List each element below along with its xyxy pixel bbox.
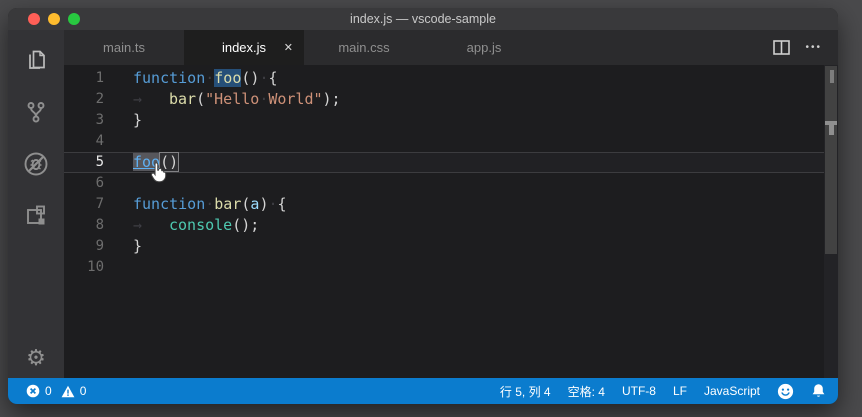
code-token: foo (214, 69, 241, 87)
code-token: { (278, 195, 287, 213)
close-window-button[interactable] (28, 13, 40, 25)
tab-main.css[interactable]: main.css (304, 30, 424, 65)
editor-scrollbar[interactable] (824, 65, 838, 378)
line-number[interactable]: 8 (64, 215, 104, 236)
overview-ruler-mark (830, 70, 834, 83)
code-text: →bar("Hello·World"); (104, 89, 341, 110)
code-token: function (133, 195, 205, 213)
code-text: } (104, 236, 142, 257)
code-line[interactable]: 1function·foo()·{ (64, 68, 824, 89)
explorer-icon[interactable] (8, 34, 64, 86)
code-area: 1function·foo()·{2→bar("Hello·World");3}… (64, 68, 824, 278)
code-token: · (205, 69, 214, 87)
code-text: function·bar(a)·{ (104, 194, 287, 215)
notifications-bell-icon[interactable] (811, 383, 826, 399)
tab-index.js[interactable]: index.js ✕ (184, 30, 304, 65)
tab-label: main.ts (103, 40, 145, 55)
line-number[interactable]: 5 (64, 153, 104, 172)
line-number[interactable]: 10 (64, 257, 104, 278)
source-control-icon[interactable] (8, 86, 64, 138)
tab-main.ts[interactable]: main.ts (64, 30, 184, 65)
code-text (104, 257, 133, 278)
tab-label: index.js (222, 40, 266, 55)
encoding-status[interactable]: UTF-8 (622, 384, 656, 398)
overview-ruler-mark (829, 125, 834, 135)
traffic-lights (28, 8, 80, 30)
code-token: (); (232, 216, 259, 234)
code-token: () (241, 69, 259, 87)
tab-strip: main.ts index.js ✕ main.css app.js (64, 30, 544, 65)
debug-icon[interactable] (8, 138, 64, 190)
code-line[interactable]: 7function·bar(a)·{ (64, 194, 824, 215)
code-line[interactable]: 5foo() (64, 152, 824, 173)
code-line[interactable]: 10 (64, 257, 824, 278)
zoom-window-button[interactable] (68, 13, 80, 25)
code-token: } (133, 111, 142, 129)
code-text (104, 173, 133, 194)
code-token: · (268, 195, 277, 213)
eol-status[interactable]: LF (673, 384, 687, 398)
window-title: index.js — vscode-sample (8, 12, 838, 26)
title-bar[interactable]: index.js — vscode-sample (8, 8, 838, 30)
tab-bar: main.ts index.js ✕ main.css app.js ••• (64, 30, 838, 65)
code-token: function (133, 69, 205, 87)
code-line[interactable]: 8→console(); (64, 215, 824, 236)
code-token: console (169, 216, 232, 234)
scrollbar-slider[interactable] (825, 66, 837, 254)
extensions-icon[interactable] (8, 190, 64, 242)
code-token: → (133, 215, 169, 236)
minimize-window-button[interactable] (48, 13, 60, 25)
code-line[interactable]: 3} (64, 110, 824, 131)
line-number[interactable]: 9 (64, 236, 104, 257)
line-number[interactable]: 7 (64, 194, 104, 215)
code-token: bar (214, 195, 241, 213)
status-bar: 0 0 行 5, 列 4 空格: 4 UTF-8 LF JavaScript (8, 378, 838, 404)
code-token: World" (268, 90, 322, 108)
code-token: { (268, 69, 277, 87)
code-token: → (133, 89, 169, 110)
code-line[interactable]: 2→bar("Hello·World"); (64, 89, 824, 110)
error-icon (26, 384, 40, 398)
code-token: · (259, 90, 268, 108)
code-token: ); (323, 90, 341, 108)
code-token: ( (196, 90, 205, 108)
more-actions-icon[interactable]: ••• (805, 42, 822, 53)
code-token: · (205, 195, 214, 213)
feedback-smiley-icon[interactable] (777, 383, 794, 400)
close-tab-icon[interactable]: ✕ (284, 41, 293, 54)
editor-area[interactable]: 1function·foo()·{2→bar("Hello·World");3}… (64, 65, 838, 378)
code-token: } (133, 237, 142, 255)
code-text: →console(); (104, 215, 259, 236)
tab-label: app.js (467, 40, 502, 55)
mouse-cursor-hand-icon (148, 161, 170, 185)
code-line[interactable]: 9} (64, 236, 824, 257)
split-editor-icon[interactable] (773, 40, 790, 55)
tab-label: main.css (338, 40, 389, 55)
indentation-status[interactable]: 空格: 4 (568, 383, 605, 400)
vscode-window: index.js — vscode-sample (8, 8, 838, 404)
tab-actions: ••• (773, 30, 838, 65)
warning-count: 0 (80, 384, 87, 398)
line-number[interactable]: 2 (64, 89, 104, 110)
code-text (104, 131, 133, 152)
language-mode-status[interactable]: JavaScript (704, 384, 760, 398)
code-line[interactable]: 6 (64, 173, 824, 194)
code-text: } (104, 110, 142, 131)
problems-status[interactable]: 0 0 (8, 384, 90, 398)
line-number[interactable]: 4 (64, 131, 104, 152)
activity-bar: ⚙ (8, 30, 64, 378)
error-count: 0 (45, 384, 52, 398)
line-number[interactable]: 3 (64, 110, 104, 131)
code-token: "Hello (205, 90, 259, 108)
code-text: function·foo()·{ (104, 68, 278, 89)
code-token: bar (169, 90, 196, 108)
settings-gear-icon[interactable]: ⚙ (8, 338, 64, 378)
code-line[interactable]: 4 (64, 131, 824, 152)
line-number[interactable]: 1 (64, 68, 104, 89)
line-number[interactable]: 6 (64, 173, 104, 194)
cursor-position-status[interactable]: 行 5, 列 4 (500, 383, 551, 400)
warning-icon (61, 385, 75, 398)
tab-app.js[interactable]: app.js (424, 30, 544, 65)
